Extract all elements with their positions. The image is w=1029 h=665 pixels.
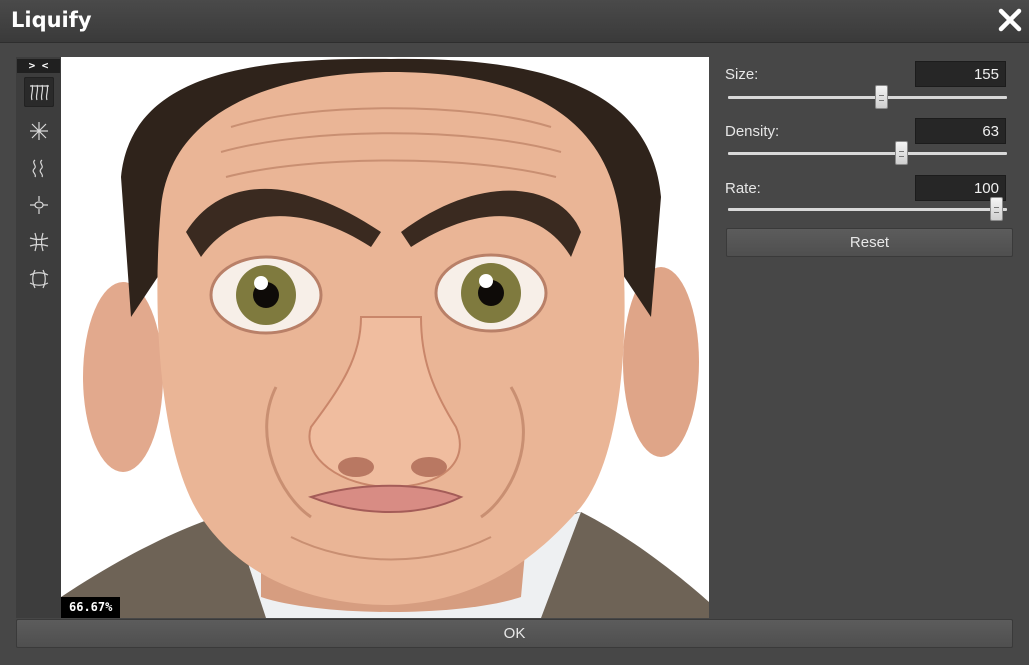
image-canvas[interactable]: 66.67%	[61, 57, 709, 618]
density-label: Density:	[725, 123, 780, 140]
reconstruct-icon[interactable]	[24, 264, 54, 294]
zoom-level: 66.67%	[61, 597, 121, 618]
close-icon[interactable]	[994, 4, 1026, 36]
reset-button[interactable]: Reset	[726, 228, 1013, 257]
liquify-toolbar: > <	[16, 57, 62, 618]
size-input[interactable]: 155	[915, 61, 1006, 87]
size-label: Size:	[725, 66, 759, 83]
rate-slider-thumb[interactable]	[989, 197, 1003, 221]
rate-slider[interactable]	[728, 197, 1007, 221]
density-input[interactable]: 63	[915, 118, 1006, 144]
size-slider[interactable]	[728, 85, 1007, 109]
pinch-icon[interactable]	[24, 116, 54, 146]
swirl-icon[interactable]	[24, 190, 54, 220]
dialog-title: Liquify	[11, 8, 92, 32]
ok-button[interactable]: OK	[16, 619, 1013, 648]
twirl-icon[interactable]	[24, 153, 54, 183]
forward-warp-icon[interactable]	[24, 77, 54, 107]
portrait-image	[61, 58, 709, 618]
size-slider-thumb[interactable]	[875, 85, 889, 109]
density-slider-thumb[interactable]	[894, 141, 908, 165]
rate-label: Rate:	[725, 180, 761, 197]
collapse-toolbar-button[interactable]: > <	[17, 59, 60, 73]
density-slider[interactable]	[728, 141, 1007, 165]
pucker-icon[interactable]	[24, 227, 54, 257]
dialog-titlebar: Liquify	[0, 0, 1029, 43]
